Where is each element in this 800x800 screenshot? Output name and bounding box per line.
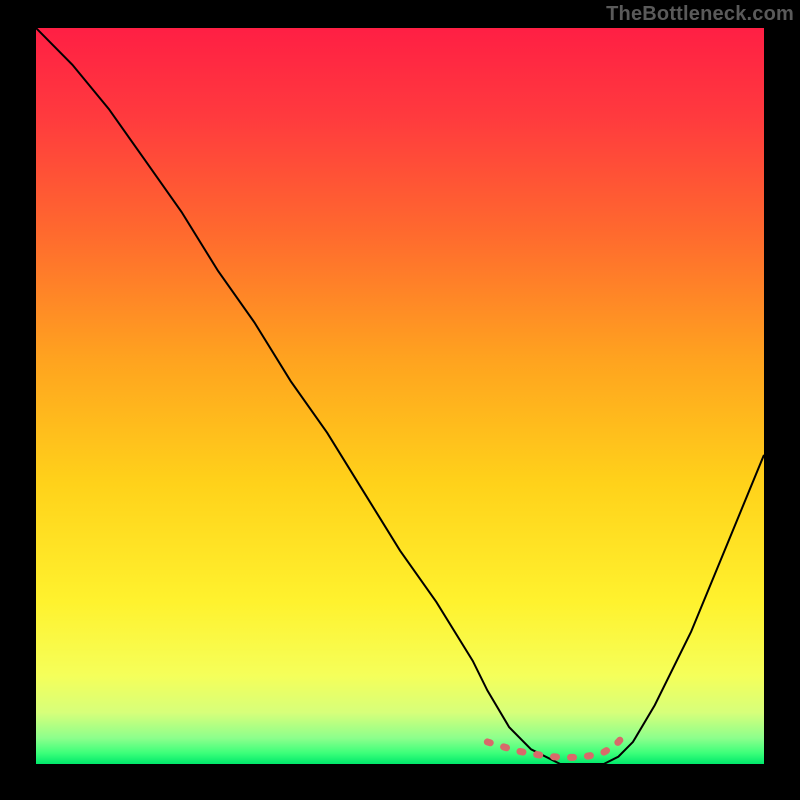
chart-background (36, 28, 764, 764)
watermark-text: TheBottleneck.com (606, 3, 794, 26)
chart-svg (36, 28, 764, 764)
bottleneck-chart (36, 28, 764, 764)
